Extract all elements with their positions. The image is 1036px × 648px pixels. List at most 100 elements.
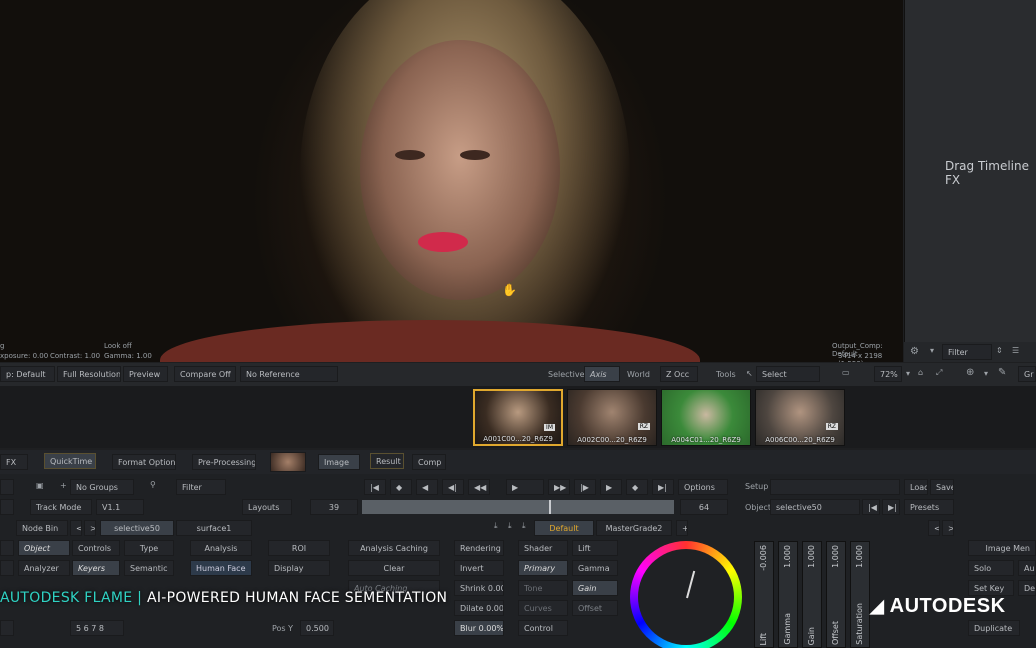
- tab-analyzer[interactable]: Analyzer: [18, 560, 70, 576]
- gr-button[interactable]: Gr: [1018, 366, 1036, 382]
- sort-icon[interactable]: ⇕: [996, 346, 1003, 355]
- object-field[interactable]: selective50: [770, 499, 860, 515]
- zocc-button[interactable]: Z Occ: [660, 366, 698, 382]
- next-object-icon[interactable]: ▶|: [882, 499, 900, 515]
- tab-keyers[interactable]: Keyers: [72, 560, 120, 576]
- groups-select[interactable]: No Groups: [70, 479, 134, 495]
- frame-icon[interactable]: ▭: [842, 368, 850, 377]
- menu-button[interactable]: [0, 479, 14, 495]
- home-icon[interactable]: ⌂: [918, 368, 923, 377]
- options-select[interactable]: Options: [678, 479, 728, 495]
- full-resolution-button[interactable]: Full Resolution: [57, 366, 121, 382]
- tab-primary[interactable]: Primary: [518, 560, 568, 576]
- select-tool[interactable]: Select: [756, 366, 820, 382]
- display-button[interactable]: Display: [268, 560, 330, 576]
- clip-thumbnail[interactable]: IM A001C00...20_R6Z9: [473, 389, 563, 446]
- next-frame-icon[interactable]: ▶: [600, 479, 622, 495]
- prev-frame-icon[interactable]: ◀: [416, 479, 438, 495]
- gamma-button[interactable]: Gamma: [572, 560, 618, 576]
- image-menu-button[interactable]: Image Men: [968, 540, 1036, 556]
- control-select[interactable]: Control: [518, 620, 568, 636]
- lift-slider[interactable]: -0.006 Lift: [754, 541, 774, 648]
- playhead[interactable]: [549, 500, 551, 514]
- offset-button[interactable]: Offset: [572, 600, 618, 616]
- fx-filter-input[interactable]: Filter: [942, 344, 992, 360]
- saturation-slider[interactable]: 1.000 Saturation: [850, 541, 870, 648]
- chevron-down-icon[interactable]: ▾: [984, 369, 988, 378]
- tab-fx[interactable]: FX: [0, 454, 28, 470]
- pos-y-field[interactable]: 0.500: [300, 620, 334, 636]
- crosshair-icon[interactable]: ⊕: [966, 367, 974, 378]
- go-end-icon[interactable]: ▶|: [652, 479, 674, 495]
- image-viewer[interactable]: ✋ g xposure: 0.00 Contrast: 1.00 Look of…: [0, 0, 903, 362]
- axis-button[interactable]: Axis: [584, 366, 620, 382]
- blur-field[interactable]: Blur 0.00%: [454, 620, 504, 636]
- chevron-down-icon[interactable]: [0, 499, 14, 515]
- gamma-slider[interactable]: 1.000 Gamma: [778, 541, 798, 648]
- human-face-select[interactable]: Human Face: [190, 560, 252, 576]
- auto-button[interactable]: Au: [1018, 560, 1036, 576]
- node-bin-button[interactable]: Node Bin: [16, 520, 68, 536]
- fit-icon[interactable]: ⤢: [936, 368, 942, 378]
- tab-default[interactable]: Default: [534, 520, 594, 536]
- folder-icon[interactable]: ▣: [36, 481, 44, 490]
- shader-select[interactable]: Shader: [518, 540, 568, 556]
- chevron-right-icon[interactable]: >: [942, 520, 954, 536]
- add-icon[interactable]: +: [60, 481, 67, 490]
- tab-mastergrade2[interactable]: MasterGrade2: [596, 520, 672, 536]
- set-key-button[interactable]: Set Key: [968, 580, 1014, 596]
- solo-button[interactable]: Solo: [968, 560, 1014, 576]
- arrow-down-icon[interactable]: ⤓: [508, 521, 512, 531]
- frame-end-field[interactable]: 64: [680, 499, 728, 515]
- tab-object[interactable]: Object: [18, 540, 70, 556]
- search-icon[interactable]: ⚲: [150, 480, 156, 489]
- go-start-icon[interactable]: |◀: [364, 479, 386, 495]
- clip-thumbnail[interactable]: RZ A006C00...20_R6Z9: [755, 389, 845, 446]
- tab-result[interactable]: Result: [370, 453, 404, 469]
- play-back-icon[interactable]: ◀◀: [468, 479, 490, 495]
- next-key-icon[interactable]: ◆: [626, 479, 648, 495]
- clip-thumbnail[interactable]: RZ A002C00...20_R6Z9: [567, 389, 657, 446]
- reference-select[interactable]: No Reference: [240, 366, 338, 382]
- gain-button[interactable]: Gain: [572, 580, 618, 596]
- tab-quicktime[interactable]: QuickTime: [44, 453, 96, 469]
- tab-node-surface1[interactable]: surface1: [176, 520, 252, 536]
- image-thumbnail[interactable]: [270, 452, 306, 472]
- save-button[interactable]: Save: [930, 479, 954, 495]
- preview-button[interactable]: Preview: [123, 366, 168, 382]
- chevron-left-icon[interactable]: <: [70, 520, 82, 536]
- tab-comp[interactable]: Comp: [412, 454, 446, 470]
- compare-button[interactable]: Compare Off: [174, 366, 236, 382]
- dilate-field[interactable]: Dilate 0.00%: [454, 600, 504, 616]
- de-button[interactable]: De: [1018, 580, 1036, 596]
- clip-thumbnail[interactable]: A004C01...20_R6Z9: [661, 389, 751, 446]
- chevron-down-icon[interactable]: ▾: [930, 346, 934, 355]
- clear-button[interactable]: Clear: [348, 560, 440, 576]
- lift-button[interactable]: Lift: [572, 540, 618, 556]
- tab-controls[interactable]: Controls: [72, 540, 120, 556]
- side-button[interactable]: [0, 620, 14, 636]
- track-mode-select[interactable]: Track Mode: [30, 499, 92, 515]
- side-button[interactable]: [0, 540, 14, 556]
- prev-key-icon[interactable]: ◆: [390, 479, 412, 495]
- arrow-down-icon[interactable]: ⤓: [494, 521, 498, 531]
- tab-format-options[interactable]: Format Options: [112, 454, 176, 470]
- comp-select[interactable]: p: Default: [0, 366, 55, 382]
- add-tab-button[interactable]: +: [676, 520, 688, 536]
- chevron-down-icon[interactable]: ▾: [906, 369, 910, 378]
- zoom-select[interactable]: 72%: [874, 366, 902, 382]
- prev-object-icon[interactable]: |◀: [862, 499, 880, 515]
- version-field[interactable]: V1.1: [96, 499, 144, 515]
- duplicate-button[interactable]: Duplicate: [968, 620, 1020, 636]
- setup-field[interactable]: [770, 479, 900, 495]
- presets-select[interactable]: Presets: [904, 499, 954, 515]
- play-forward-icon[interactable]: ▶▶: [548, 479, 570, 495]
- list-icon[interactable]: ☰: [1012, 346, 1019, 355]
- gain-slider[interactable]: 1.000 Gain: [802, 541, 822, 648]
- load-button[interactable]: Load: [904, 479, 928, 495]
- tab-tone[interactable]: Tone: [518, 580, 568, 596]
- eyedropper-icon[interactable]: ✎: [998, 367, 1006, 378]
- tab-node-selective50[interactable]: selective50: [100, 520, 174, 536]
- invert-toggle[interactable]: Invert: [454, 560, 504, 576]
- tab-pre-processing[interactable]: Pre-Processing: [192, 454, 256, 470]
